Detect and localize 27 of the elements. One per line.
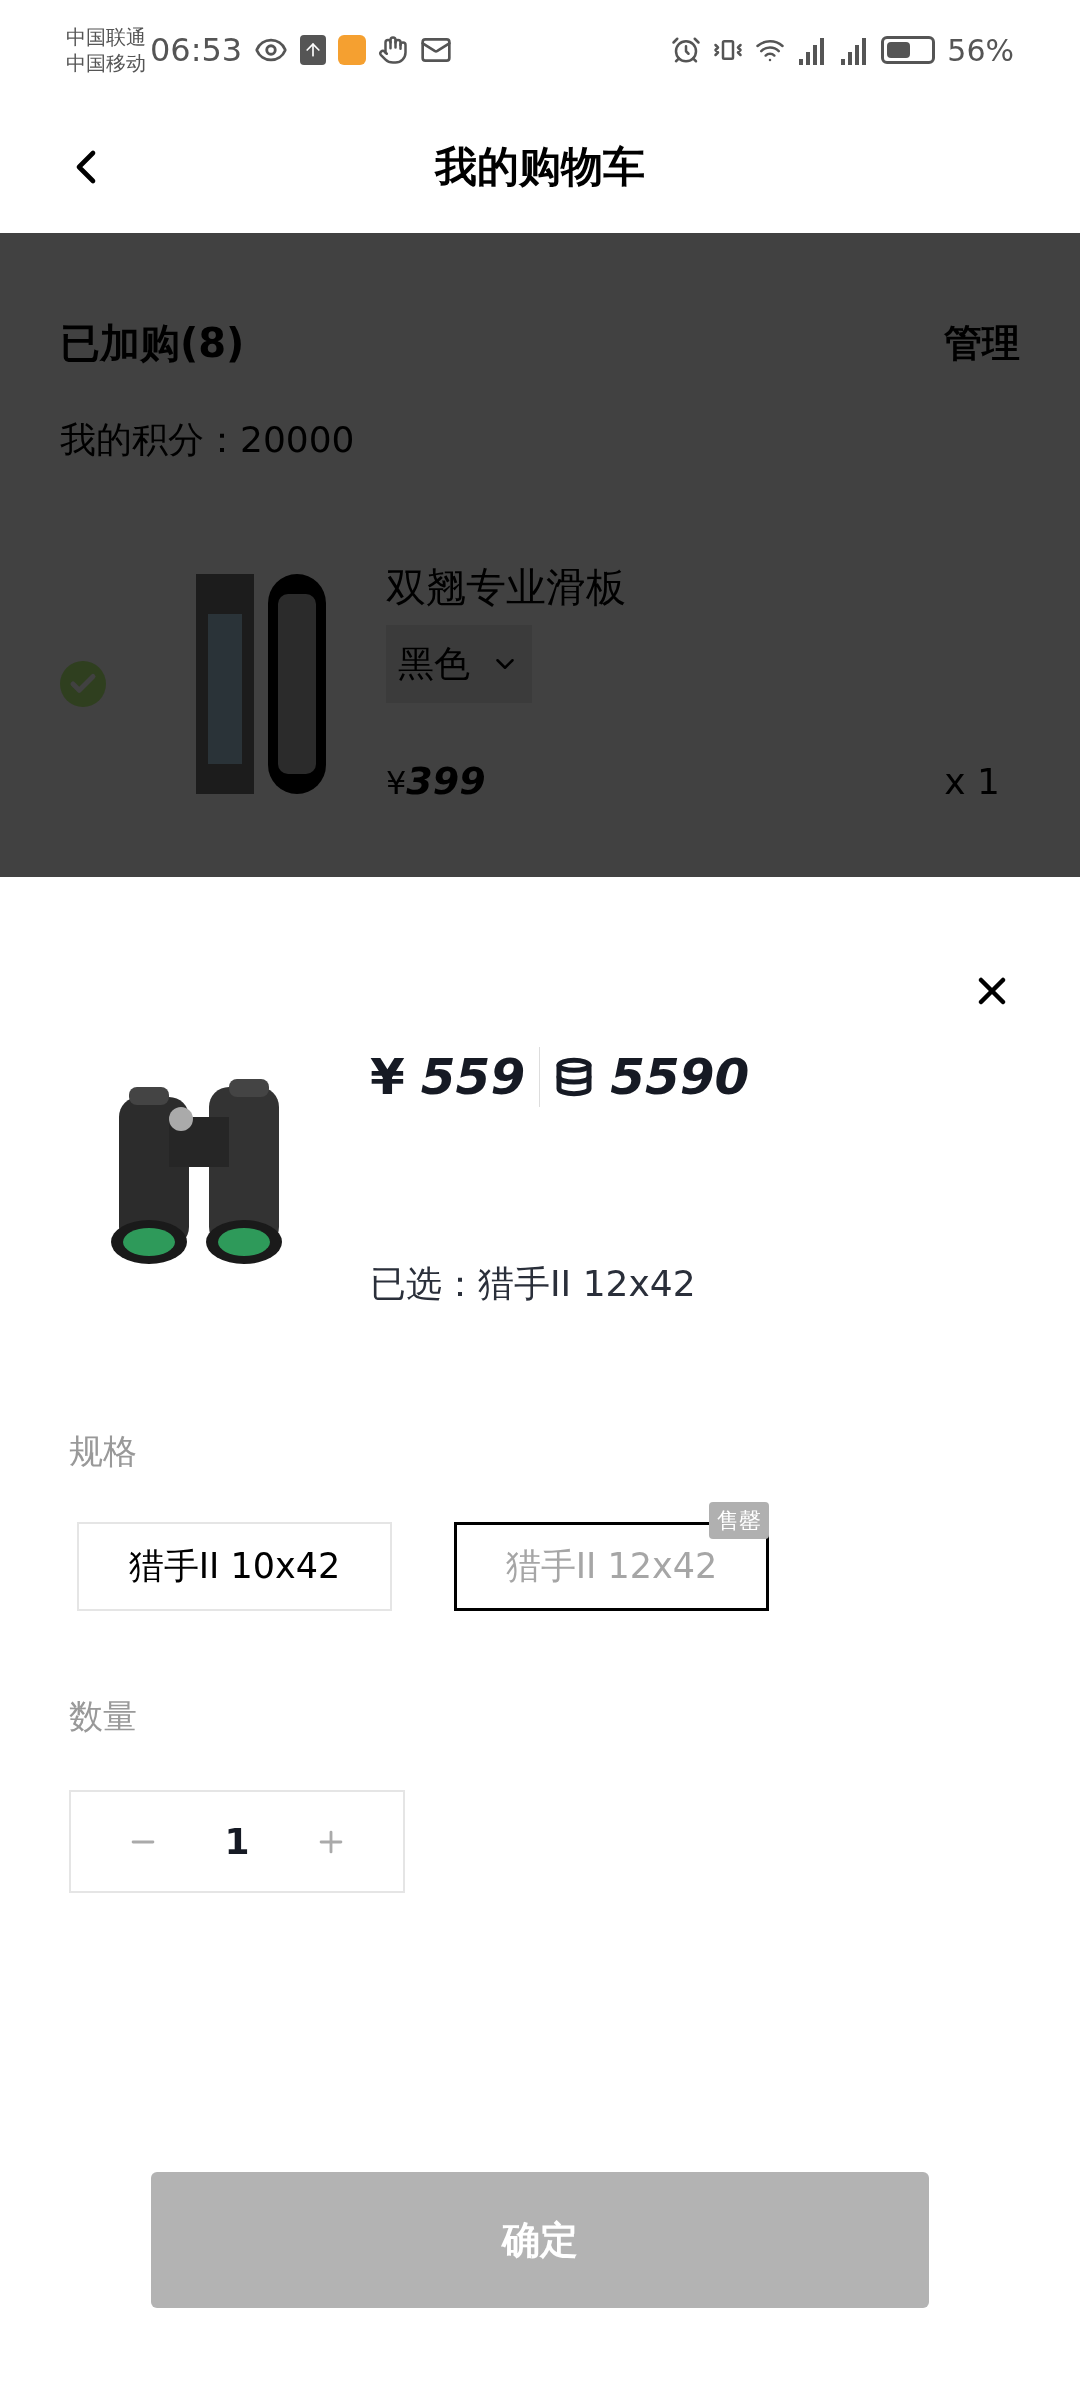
sold-out-badge: 售罄 bbox=[709, 1502, 769, 1539]
price-text: ¥ 559 bbox=[370, 1046, 526, 1108]
carrier-name: 中国移动 bbox=[66, 50, 146, 76]
app-icon bbox=[338, 35, 367, 65]
coins-icon bbox=[554, 1057, 595, 1097]
quantity-value: 1 bbox=[224, 1819, 250, 1864]
variant-dropdown[interactable]: 黑色 bbox=[386, 625, 532, 703]
battery-icon bbox=[881, 36, 936, 64]
alarm-icon bbox=[671, 35, 702, 65]
points-price: 5590 bbox=[610, 1046, 750, 1108]
carrier-name: 中国联通 bbox=[66, 24, 146, 50]
quantity-label: 数量 bbox=[69, 1695, 138, 1738]
check-icon[interactable] bbox=[60, 660, 106, 707]
points-text: 我的积分：20000 bbox=[60, 418, 356, 462]
status-time: 06:53 bbox=[150, 30, 243, 71]
upload-icon bbox=[300, 35, 327, 65]
product-price: ¥399 bbox=[386, 758, 486, 805]
page-title: 我的购物车 bbox=[435, 141, 645, 193]
product-name: 双翘专业滑板 bbox=[386, 563, 627, 612]
battery-percent: 56% bbox=[947, 31, 1014, 70]
cart-count: 已加购(8) bbox=[60, 319, 245, 368]
chosen-spec: 已选：猎手II 12x42 bbox=[370, 1262, 697, 1306]
spec-option[interactable]: 猎手II 10x42 bbox=[77, 1522, 392, 1611]
product-quantity: x 1 bbox=[944, 759, 1000, 804]
hand-icon bbox=[378, 35, 409, 65]
manage-link[interactable]: 管理 bbox=[944, 314, 1020, 372]
spec-label: 规格 bbox=[69, 1430, 138, 1473]
